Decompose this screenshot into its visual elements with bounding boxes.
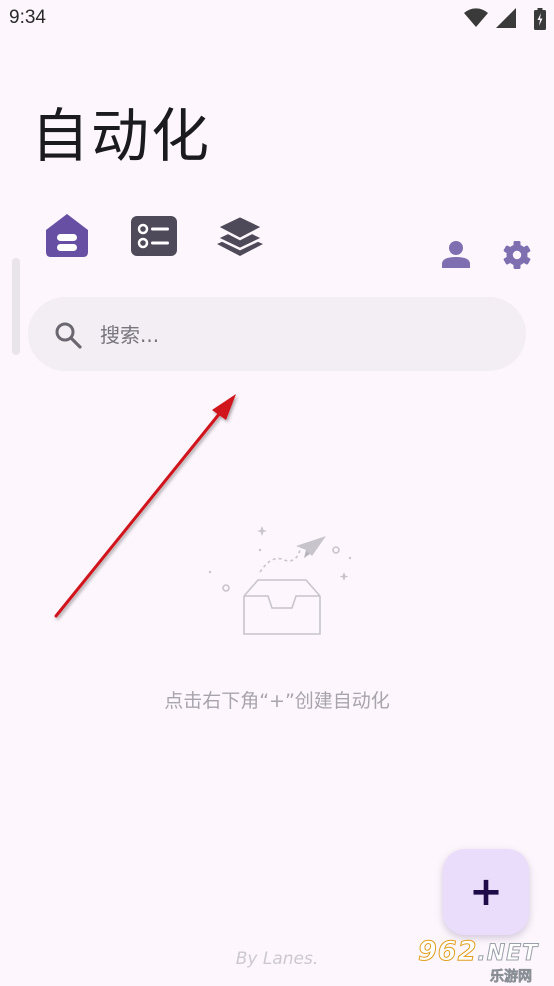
cell-signal-icon [496, 8, 516, 28]
list-icon [131, 216, 177, 256]
search-icon [55, 322, 82, 349]
wifi-icon [464, 8, 488, 27]
empty-state-message: 点击右下角“+”创建自动化 [164, 690, 390, 712]
account-button[interactable] [442, 241, 470, 272]
layers-icon [214, 214, 266, 256]
tab-home[interactable] [44, 212, 90, 262]
scroll-indicator[interactable] [12, 258, 20, 355]
add-automation-button[interactable]: + [443, 849, 529, 935]
person-icon [442, 241, 470, 268]
watermark-subtitle: 乐游网 [490, 969, 533, 986]
search-bar[interactable] [28, 297, 526, 371]
search-input[interactable] [98, 317, 502, 353]
empty-inbox-icon [208, 526, 352, 635]
status-bar: 9:34 [0, 0, 554, 40]
watermark-brand: 962.NET [417, 936, 539, 968]
home-icon [46, 214, 88, 257]
gear-icon [503, 241, 531, 269]
status-time: 9:34 [9, 7, 46, 28]
watermark-domain: .NET [477, 941, 539, 967]
settings-button[interactable] [502, 240, 532, 274]
site-watermark: 962.NET 乐游网 [414, 936, 552, 986]
page-title: 自动化 [31, 102, 212, 170]
watermark-number: 962 [417, 936, 478, 968]
battery-charging-icon [534, 8, 546, 30]
tab-layers[interactable] [214, 214, 266, 262]
tab-list[interactable] [131, 216, 177, 260]
